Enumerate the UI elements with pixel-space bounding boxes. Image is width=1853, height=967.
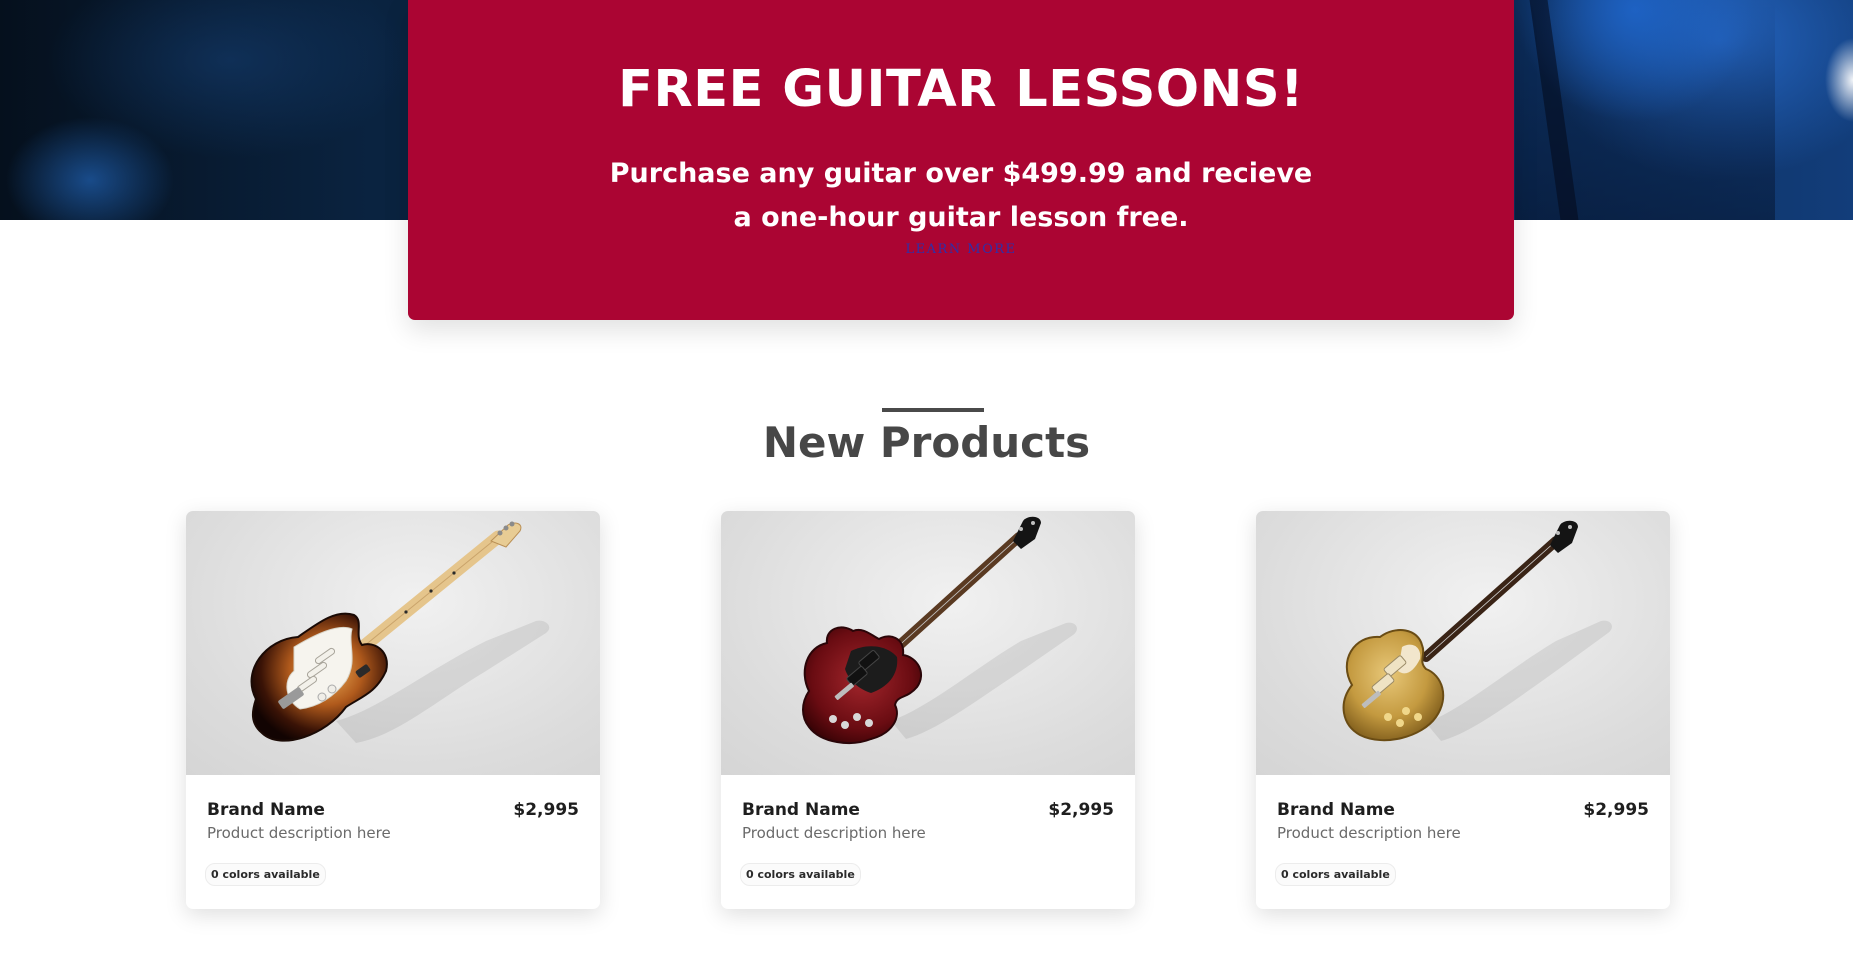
product-brand: Brand Name (742, 800, 860, 820)
product-price: $2,995 (1048, 800, 1114, 820)
learn-more-link[interactable]: LEARN MORE (408, 242, 1514, 257)
product-image[interactable] (1256, 511, 1670, 775)
colors-available-badge: 0 colors available (1275, 863, 1396, 886)
product-image[interactable] (186, 511, 600, 775)
colors-available-badge: 0 colors available (740, 863, 861, 886)
section-title: New Products (762, 418, 1091, 467)
colors-available-badge: 0 colors available (205, 863, 326, 886)
product-description: Product description here (1277, 824, 1461, 842)
sg-guitar-icon (802, 516, 1077, 744)
promo-banner: FREE GUITAR LESSONS! Purchase any guitar… (408, 0, 1514, 320)
section-divider (882, 408, 984, 412)
product-brand: Brand Name (207, 800, 325, 820)
stratocaster-guitar-icon (250, 521, 550, 743)
product-description: Product description here (742, 824, 926, 842)
product-price: $2,995 (1583, 800, 1649, 820)
product-price: $2,995 (513, 800, 579, 820)
product-brand: Brand Name (1277, 800, 1395, 820)
promo-body-line-2: a one-hour guitar lesson free. (733, 202, 1189, 233)
product-card[interactable]: Brand Name $2,995 Product description he… (721, 511, 1135, 909)
promo-title: FREE GUITAR LESSONS! (618, 60, 1304, 119)
product-description: Product description here (207, 824, 391, 842)
product-card[interactable]: Brand Name $2,995 Product description he… (186, 511, 600, 909)
product-card[interactable]: Brand Name $2,995 Product description he… (1256, 511, 1670, 909)
promo-body-line-1: Purchase any guitar over $499.99 and rec… (609, 158, 1313, 189)
product-image[interactable] (721, 511, 1135, 775)
les-paul-guitar-icon (1342, 520, 1612, 742)
promo-body: Purchase any guitar over $499.99 and rec… (601, 152, 1321, 240)
